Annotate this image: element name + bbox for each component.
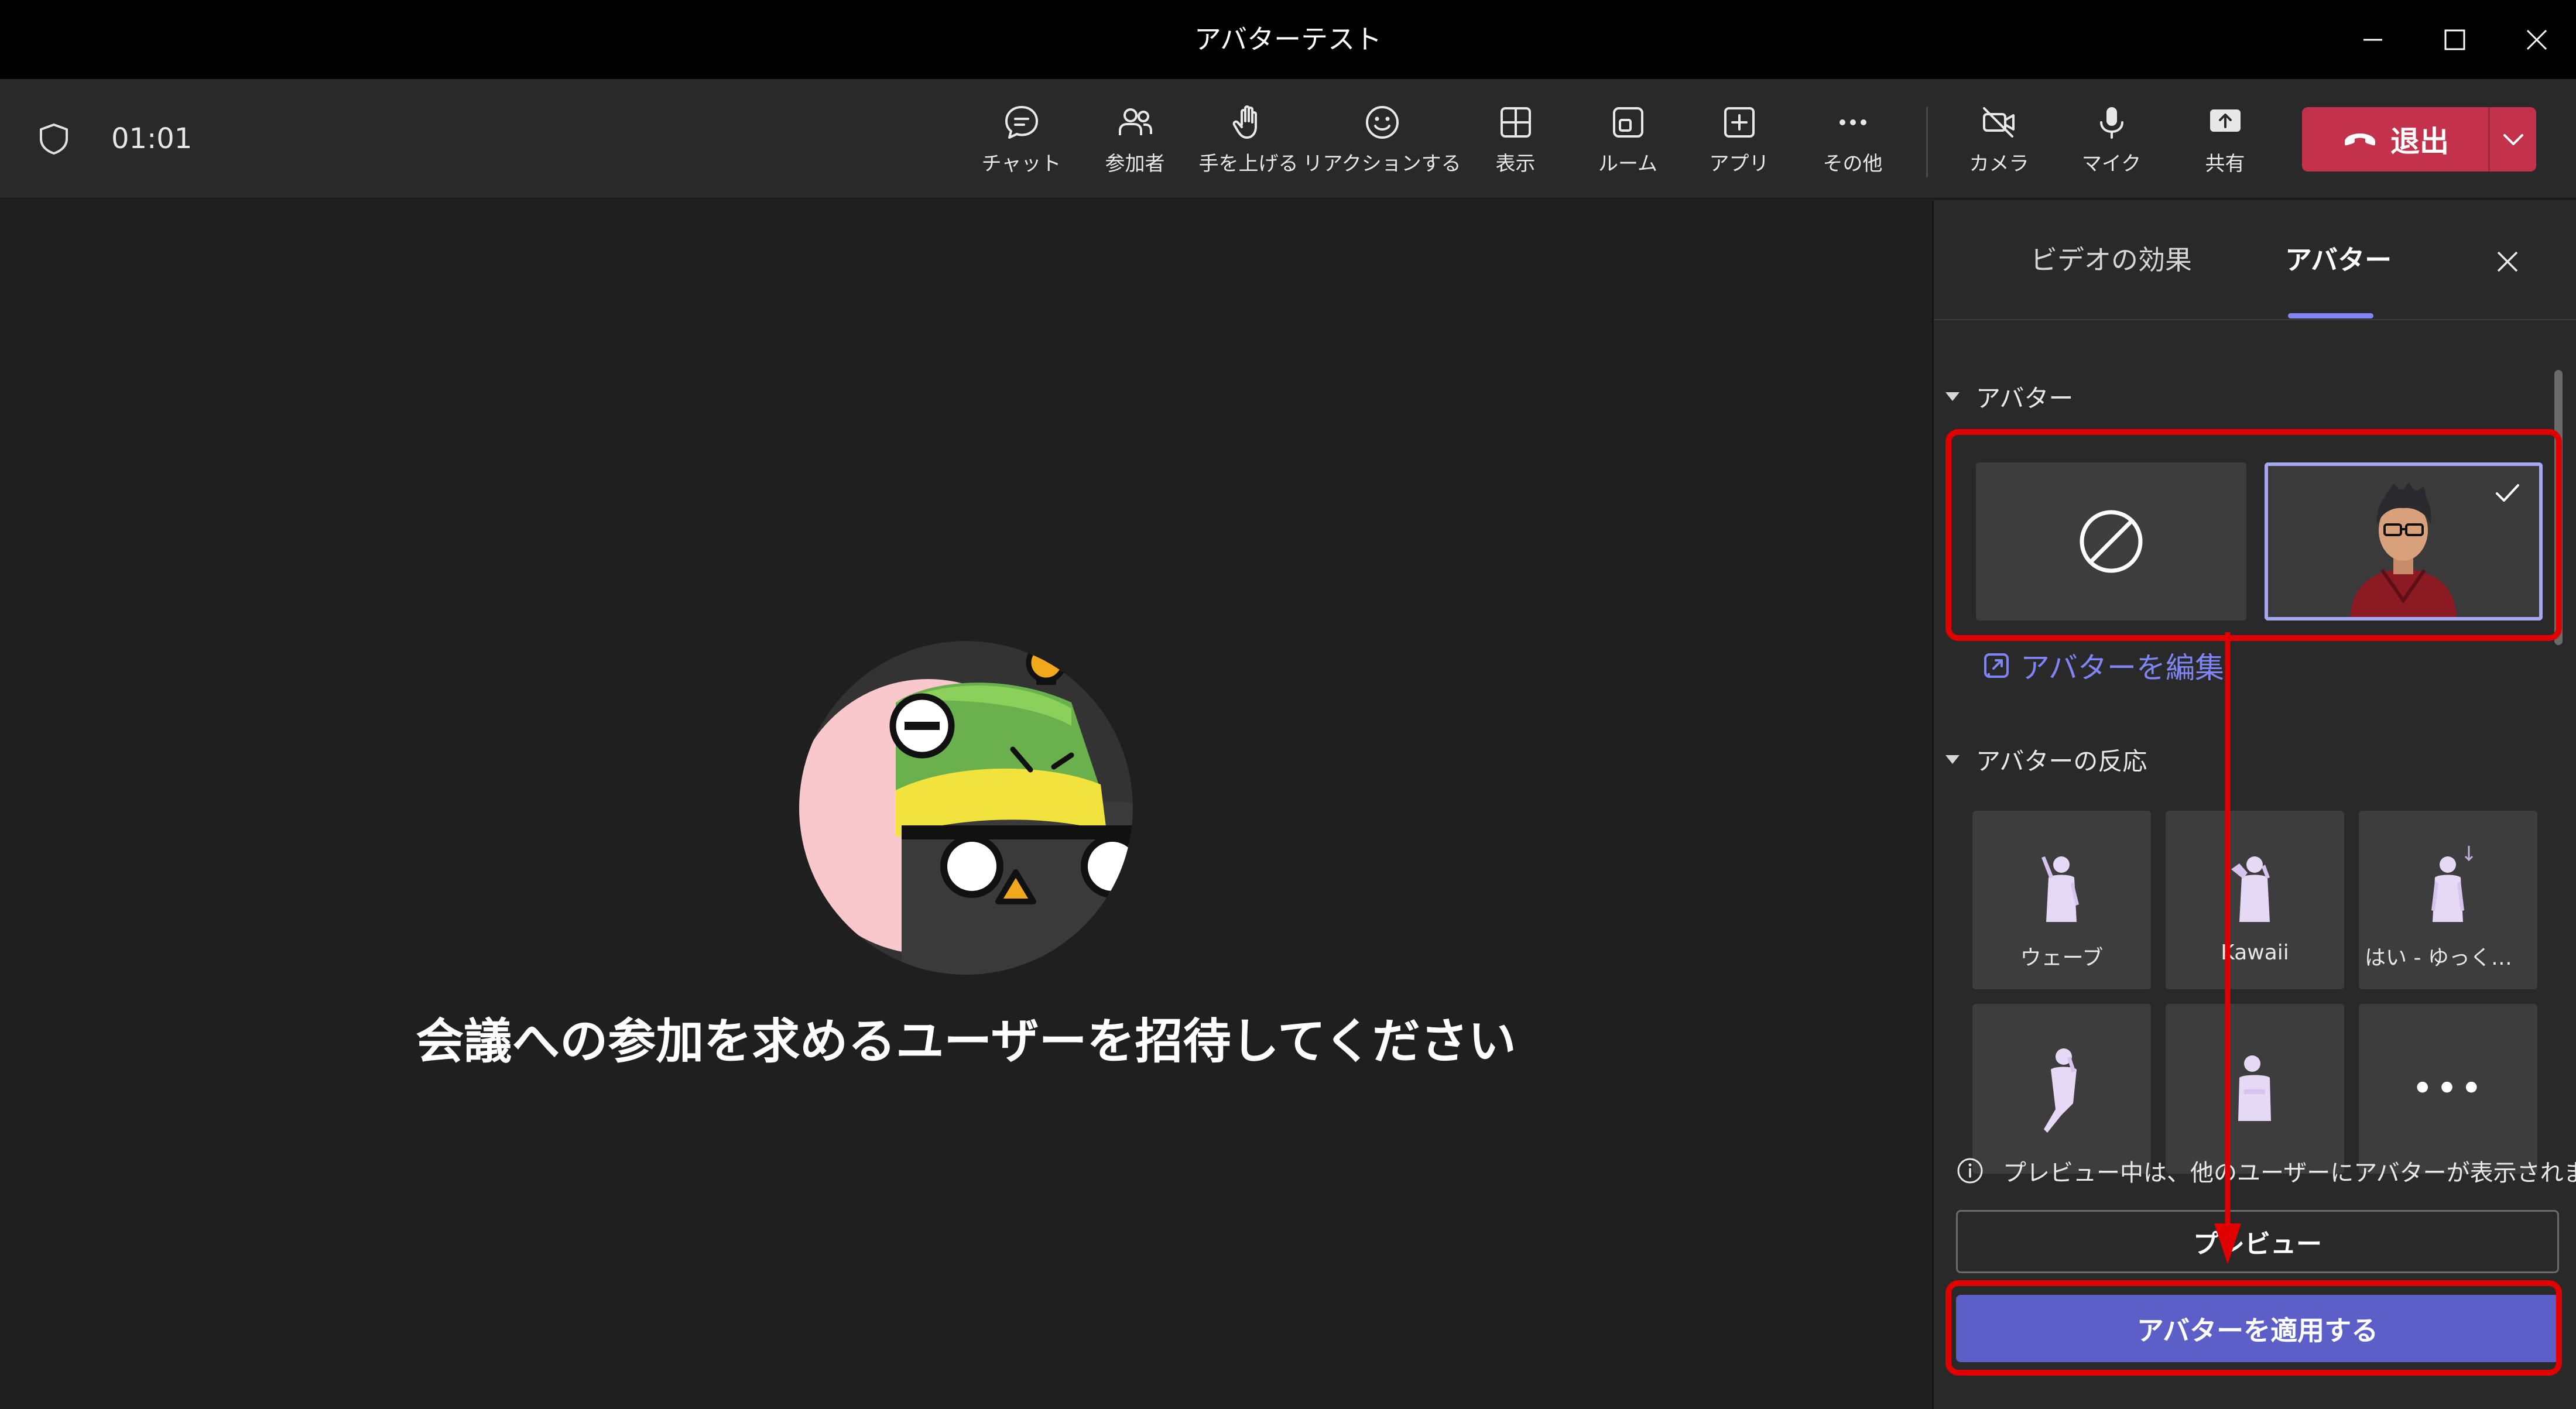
chat-label: チャット bbox=[981, 152, 1061, 176]
more-button[interactable]: その他 bbox=[1799, 97, 1907, 184]
reactions-label: リアクションする bbox=[1303, 152, 1461, 176]
maximize-button[interactable] bbox=[2415, 0, 2494, 79]
window-title: アバターテスト bbox=[1194, 23, 1382, 55]
edit-avatar-label: アバターを編集 bbox=[2020, 651, 2224, 685]
view-button[interactable]: 表示 bbox=[1461, 97, 1570, 184]
leave-options-button[interactable] bbox=[2490, 107, 2536, 172]
camera-label: カメラ bbox=[1969, 152, 2029, 176]
avatar-figure-icon bbox=[2431, 846, 2474, 922]
close-icon bbox=[2526, 29, 2547, 50]
avatar-figure-icon bbox=[2238, 1055, 2271, 1121]
tab-video-effects[interactable]: ビデオの効果 bbox=[2030, 241, 2192, 279]
mic-button[interactable]: マイク bbox=[2057, 97, 2166, 184]
view-label: 表示 bbox=[1495, 152, 1536, 176]
open-external-icon bbox=[1984, 653, 2009, 678]
preview-notice-text: プレビュー中は、他のユーザーにアバターが表示されません。 bbox=[2003, 1160, 2576, 1187]
reactions-section-header[interactable]: アバターの反応 bbox=[1945, 742, 2147, 777]
profile-avatar-image bbox=[799, 641, 1133, 975]
reactions-section-title: アバターの反応 bbox=[1976, 746, 2147, 776]
rooms-label: ルーム bbox=[1598, 152, 1657, 176]
reaction-label: Kawaii bbox=[2221, 941, 2289, 965]
grid-view-icon bbox=[1500, 107, 1531, 138]
maximize-icon bbox=[2444, 29, 2465, 50]
preview-notice: プレビュー中は、他のユーザーにアバターが表示されません。 bbox=[1955, 1153, 2576, 1188]
active-tab-indicator bbox=[2288, 313, 2373, 318]
edit-avatar-link[interactable]: アバターを編集 bbox=[1981, 645, 2224, 686]
minimize-button[interactable] bbox=[2333, 0, 2412, 79]
more-label: その他 bbox=[1823, 152, 1883, 176]
toolbar-divider bbox=[1926, 107, 1928, 177]
tab-avatar[interactable]: アバター bbox=[2285, 241, 2392, 279]
people-icon bbox=[1118, 108, 1152, 135]
reactions-button[interactable]: リアクションする bbox=[1303, 97, 1461, 184]
avatar-figure-icon bbox=[2044, 1048, 2077, 1133]
meeting-toolbar: 01:01 チャット 参加者 手を上げる リアクションする 表示 ルーム アプリ… bbox=[0, 79, 2576, 199]
close-panel-button[interactable] bbox=[2487, 241, 2528, 282]
hang-up-icon bbox=[2345, 133, 2375, 146]
share-button[interactable]: 共有 bbox=[2171, 97, 2279, 184]
leave-button-group: 退出 bbox=[2302, 107, 2536, 172]
participants-button[interactable]: 参加者 bbox=[1081, 97, 1189, 184]
reaction-yes-slow[interactable]: はい - ゆっくり... bbox=[2359, 811, 2537, 989]
shield-icon[interactable] bbox=[36, 121, 71, 156]
participants-label: 参加者 bbox=[1105, 152, 1165, 176]
breakout-rooms-icon bbox=[1612, 107, 1643, 138]
smiley-icon bbox=[1365, 106, 1399, 139]
hand-icon bbox=[1232, 105, 1257, 139]
camera-off-icon bbox=[1982, 107, 2015, 138]
rooms-button[interactable]: ルーム bbox=[1574, 97, 1682, 184]
apply-avatar-button[interactable]: アバターを適用する bbox=[1956, 1295, 2559, 1362]
panel-tabs: ビデオの効果 アバター bbox=[1934, 200, 2576, 320]
raise-hand-label: 手を上げる bbox=[1198, 152, 1299, 176]
share-label: 共有 bbox=[2205, 152, 2245, 176]
close-window-button[interactable] bbox=[2497, 0, 2576, 79]
raise-hand-button[interactable]: 手を上げる bbox=[1194, 97, 1303, 184]
checkmark-icon bbox=[2496, 484, 2519, 502]
more-reactions-button[interactable]: ••• bbox=[2359, 1004, 2537, 1174]
prohibited-icon bbox=[2080, 510, 2143, 573]
panel-scrollbar[interactable] bbox=[2554, 370, 2563, 645]
microphone-icon bbox=[2099, 107, 2123, 139]
apps-label: アプリ bbox=[1709, 152, 1769, 176]
camera-button[interactable]: カメラ bbox=[1945, 97, 2053, 184]
chevron-down-icon bbox=[2503, 134, 2523, 145]
avatar-figure-icon bbox=[2041, 856, 2079, 922]
meeting-timer: 01:01 bbox=[111, 122, 193, 155]
close-icon bbox=[2497, 251, 2518, 272]
avatar-figure-icon bbox=[2231, 856, 2270, 922]
reaction-bow[interactable] bbox=[2166, 1004, 2344, 1174]
reaction-label: ウェーブ bbox=[2020, 946, 2104, 970]
invite-message: 会議への参加を求めるユーザーを招待してください bbox=[416, 1014, 1516, 1069]
reaction-thinking[interactable] bbox=[1972, 1004, 2151, 1174]
title-bar: アバターテスト bbox=[0, 0, 2576, 79]
chat-button[interactable]: チャット bbox=[967, 97, 1075, 184]
avatar-section-title: アバター bbox=[1976, 383, 2074, 413]
more-icon bbox=[1839, 119, 1866, 125]
no-avatar-option[interactable] bbox=[1976, 462, 2246, 620]
chat-icon bbox=[1005, 106, 1038, 139]
apps-button[interactable]: アプリ bbox=[1685, 97, 1793, 184]
leave-label: 退出 bbox=[2390, 125, 2449, 159]
reaction-wave[interactable]: ウェーブ bbox=[1972, 811, 2151, 989]
leave-button[interactable]: 退出 bbox=[2302, 107, 2488, 172]
custom-avatar-option[interactable] bbox=[2265, 462, 2543, 620]
reaction-kawaii[interactable]: Kawaii bbox=[2166, 811, 2344, 989]
caret-down-icon bbox=[1945, 392, 1960, 401]
info-icon bbox=[1957, 1158, 1983, 1184]
avatar-panel: ビデオの効果 アバター アバター アバターを編集 アバターの反応 ウェーブ Ka… bbox=[1932, 200, 2576, 1409]
add-app-icon bbox=[1724, 107, 1755, 138]
share-screen-icon bbox=[2210, 109, 2241, 132]
reaction-label: はい - ゆっくり... bbox=[2365, 946, 2533, 970]
mic-label: マイク bbox=[2081, 152, 2142, 176]
minimize-icon bbox=[2363, 39, 2382, 40]
preview-button[interactable]: プレビュー bbox=[1956, 1210, 2559, 1273]
caret-down-icon bbox=[1945, 755, 1960, 764]
avatar-section-header[interactable]: アバター bbox=[1945, 379, 2073, 414]
